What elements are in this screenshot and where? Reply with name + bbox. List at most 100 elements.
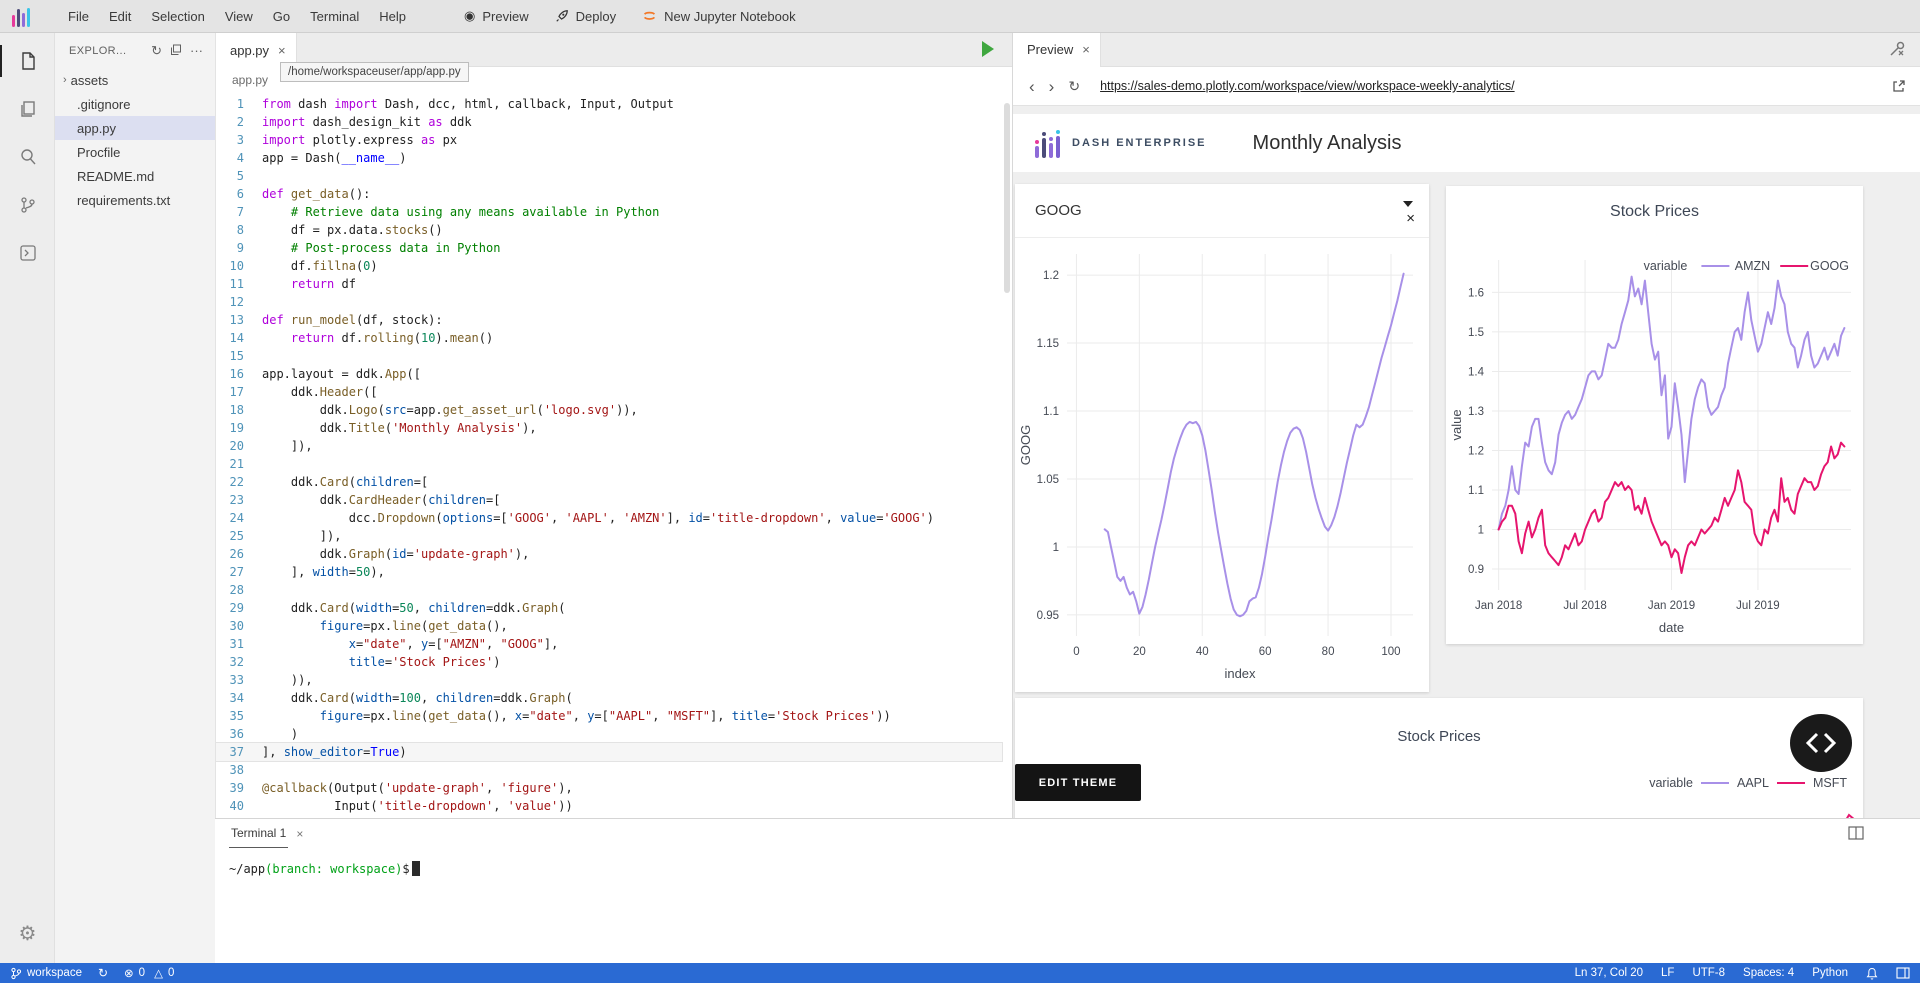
edit-theme-button[interactable]: EDIT THEME [1015, 764, 1141, 801]
settings-gear-icon[interactable]: ⚙ [0, 913, 55, 953]
code-line-32[interactable]: 32 title='Stock Prices') [216, 653, 1002, 671]
code-line-19[interactable]: 19 ddk.Title('Monthly Analysis'), [216, 419, 1002, 437]
code-line-14[interactable]: 14 return df.rolling(10).mean() [216, 329, 1002, 347]
preview-action-button[interactable]: ◉ Preview [464, 8, 529, 24]
status-utf-8[interactable]: UTF-8 [1692, 967, 1725, 979]
tab-preview[interactable]: Preview × [1013, 33, 1101, 67]
chevron-down-icon[interactable] [1403, 201, 1413, 207]
terminal-panel-icon[interactable] [0, 229, 55, 277]
file-requirements-txt[interactable]: requirements.txt [55, 188, 215, 212]
status-ln[interactable]: Ln 37, Col 20 [1575, 967, 1643, 979]
code-line-36[interactable]: 36 ) [216, 725, 1002, 743]
split-terminal-icon[interactable] [1848, 826, 1864, 840]
status-lf[interactable]: LF [1661, 967, 1674, 979]
file-app-py[interactable]: app.py [55, 116, 215, 140]
refresh-icon[interactable]: ↻ [147, 43, 166, 59]
layout-icon[interactable] [1896, 967, 1910, 979]
code-line-37[interactable]: 37], show_editor=True) [216, 743, 1002, 761]
code-line-23[interactable]: 23 ddk.CardHeader(children=[ [216, 491, 1002, 509]
code-line-40[interactable]: 40 Input('title-dropdown', 'value')) [216, 797, 1002, 815]
code-line-15[interactable]: 15 [216, 347, 1002, 365]
code-line-30[interactable]: 30 figure=px.line(get_data(), [216, 617, 1002, 635]
stock-prices-chart[interactable]: 0.911.11.21.31.41.51.6Jan 2018Jul 2018Ja… [1446, 186, 1863, 644]
code-line-22[interactable]: 22 ddk.Card(children=[ [216, 473, 1002, 491]
terminal-prompt[interactable]: ~/app (branch: workspace) $ [229, 861, 420, 876]
reload-icon[interactable]: ↻ [1066, 79, 1082, 93]
code-line-17[interactable]: 17 ddk.Header([ [216, 383, 1002, 401]
code-line-38[interactable]: 38 [216, 761, 1002, 779]
code-line-26[interactable]: 26 ddk.Graph(id='update-graph'), [216, 545, 1002, 563]
status-spaces[interactable]: Spaces: 4 [1743, 967, 1794, 979]
menu-go[interactable]: Go [263, 9, 300, 24]
file--gitignore[interactable]: .gitignore [55, 92, 215, 116]
code-line-20[interactable]: 20 ]), [216, 437, 1002, 455]
notifications-bell-icon[interactable] [1866, 967, 1878, 980]
menu-help[interactable]: Help [369, 9, 416, 24]
new-jupyter-notebook-button[interactable]: New Jupyter Notebook [642, 9, 796, 24]
open-external-icon[interactable] [1892, 79, 1906, 93]
code-line-1[interactable]: 1from dash import Dash, dcc, html, callb… [216, 95, 1002, 113]
code-area[interactable]: 1from dash import Dash, dcc, html, callb… [216, 95, 1002, 818]
goog-line-chart[interactable]: 0.9511.051.11.151.2020406080100indexGOOG [1015, 240, 1425, 690]
deploy-action-button[interactable]: Deploy [555, 9, 616, 24]
code-line-25[interactable]: 25 ]), [216, 527, 1002, 545]
code-line-10[interactable]: 10 df.fillna(0) [216, 257, 1002, 275]
explorer-icon[interactable] [0, 37, 55, 85]
code-line-4[interactable]: 4app = Dash(__name__) [216, 149, 1002, 167]
code-line-8[interactable]: 8 df = px.data.stocks() [216, 221, 1002, 239]
title-dropdown[interactable]: GOOG × [1015, 184, 1429, 238]
search-icon[interactable] [0, 133, 55, 181]
code-line-16[interactable]: 16app.layout = ddk.App([ [216, 365, 1002, 383]
collapse-folders-icon[interactable] [166, 43, 186, 58]
code-line-13[interactable]: 13def run_model(df, stock): [216, 311, 1002, 329]
clear-icon[interactable]: × [1406, 210, 1415, 227]
run-button[interactable] [982, 41, 994, 57]
close-icon[interactable]: × [296, 827, 303, 841]
menu-file[interactable]: File [58, 9, 99, 24]
file-readme-md[interactable]: README.md [55, 164, 215, 188]
code-line-6[interactable]: 6def get_data(): [216, 185, 1002, 203]
tab-terminal-1[interactable]: Terminal 1 [229, 820, 288, 848]
theme-carousel-button[interactable] [1790, 714, 1852, 772]
legend-label-msft[interactable]: MSFT [1813, 776, 1847, 790]
code-line-27[interactable]: 27 ], width=50), [216, 563, 1002, 581]
code-line-3[interactable]: 3import plotly.express as px [216, 131, 1002, 149]
code-line-24[interactable]: 24 dcc.Dropdown(options=['GOOG', 'AAPL',… [216, 509, 1002, 527]
code-line-28[interactable]: 28 [216, 581, 1002, 599]
more-actions-icon[interactable]: ··· [186, 43, 207, 58]
code-line-31[interactable]: 31 x="date", y=["AMZN", "GOOG"], [216, 635, 1002, 653]
code-line-34[interactable]: 34 ddk.Card(width=100, children=ddk.Grap… [216, 689, 1002, 707]
source-control-icon[interactable] [0, 181, 55, 229]
code-line-2[interactable]: 2import dash_design_kit as ddk [216, 113, 1002, 131]
menu-edit[interactable]: Edit [99, 9, 141, 24]
menu-selection[interactable]: Selection [141, 9, 214, 24]
status-python[interactable]: Python [1812, 967, 1848, 979]
branch-indicator[interactable]: workspace [10, 967, 82, 980]
code-line-12[interactable]: 12 [216, 293, 1002, 311]
url-text[interactable]: https://sales-demo.plotly.com/workspace/… [1100, 79, 1882, 93]
breadcrumb[interactable]: app.py [216, 67, 268, 92]
open-editors-icon[interactable] [0, 85, 55, 133]
menu-terminal[interactable]: Terminal [300, 9, 369, 24]
code-line-33[interactable]: 33 )), [216, 671, 1002, 689]
code-line-39[interactable]: 39@callback(Output('update-graph', 'figu… [216, 779, 1002, 797]
tools-icon[interactable] [1888, 40, 1906, 58]
menu-view[interactable]: View [215, 9, 263, 24]
code-line-21[interactable]: 21 [216, 455, 1002, 473]
code-line-11[interactable]: 11 return df [216, 275, 1002, 293]
forward-icon[interactable]: › [1047, 78, 1057, 95]
problems-indicator[interactable]: ⊗0 △0 [124, 966, 174, 980]
code-line-7[interactable]: 7 # Retrieve data using any means availa… [216, 203, 1002, 221]
file-assets[interactable]: ›assets [55, 68, 215, 92]
code-line-35[interactable]: 35 figure=px.line(get_data(), x="date", … [216, 707, 1002, 725]
close-icon[interactable]: × [278, 43, 286, 58]
code-line-29[interactable]: 29 ddk.Card(width=50, children=ddk.Graph… [216, 599, 1002, 617]
sync-button[interactable]: ↻ [98, 966, 108, 980]
editor-scrollbar[interactable] [1004, 103, 1010, 293]
close-icon[interactable]: × [1082, 42, 1090, 57]
file-procfile[interactable]: Procfile [55, 140, 215, 164]
code-line-5[interactable]: 5 [216, 167, 1002, 185]
legend-label-aapl[interactable]: AAPL [1737, 776, 1769, 790]
code-line-9[interactable]: 9 # Post-process data in Python [216, 239, 1002, 257]
code-line-18[interactable]: 18 ddk.Logo(src=app.get_asset_url('logo.… [216, 401, 1002, 419]
